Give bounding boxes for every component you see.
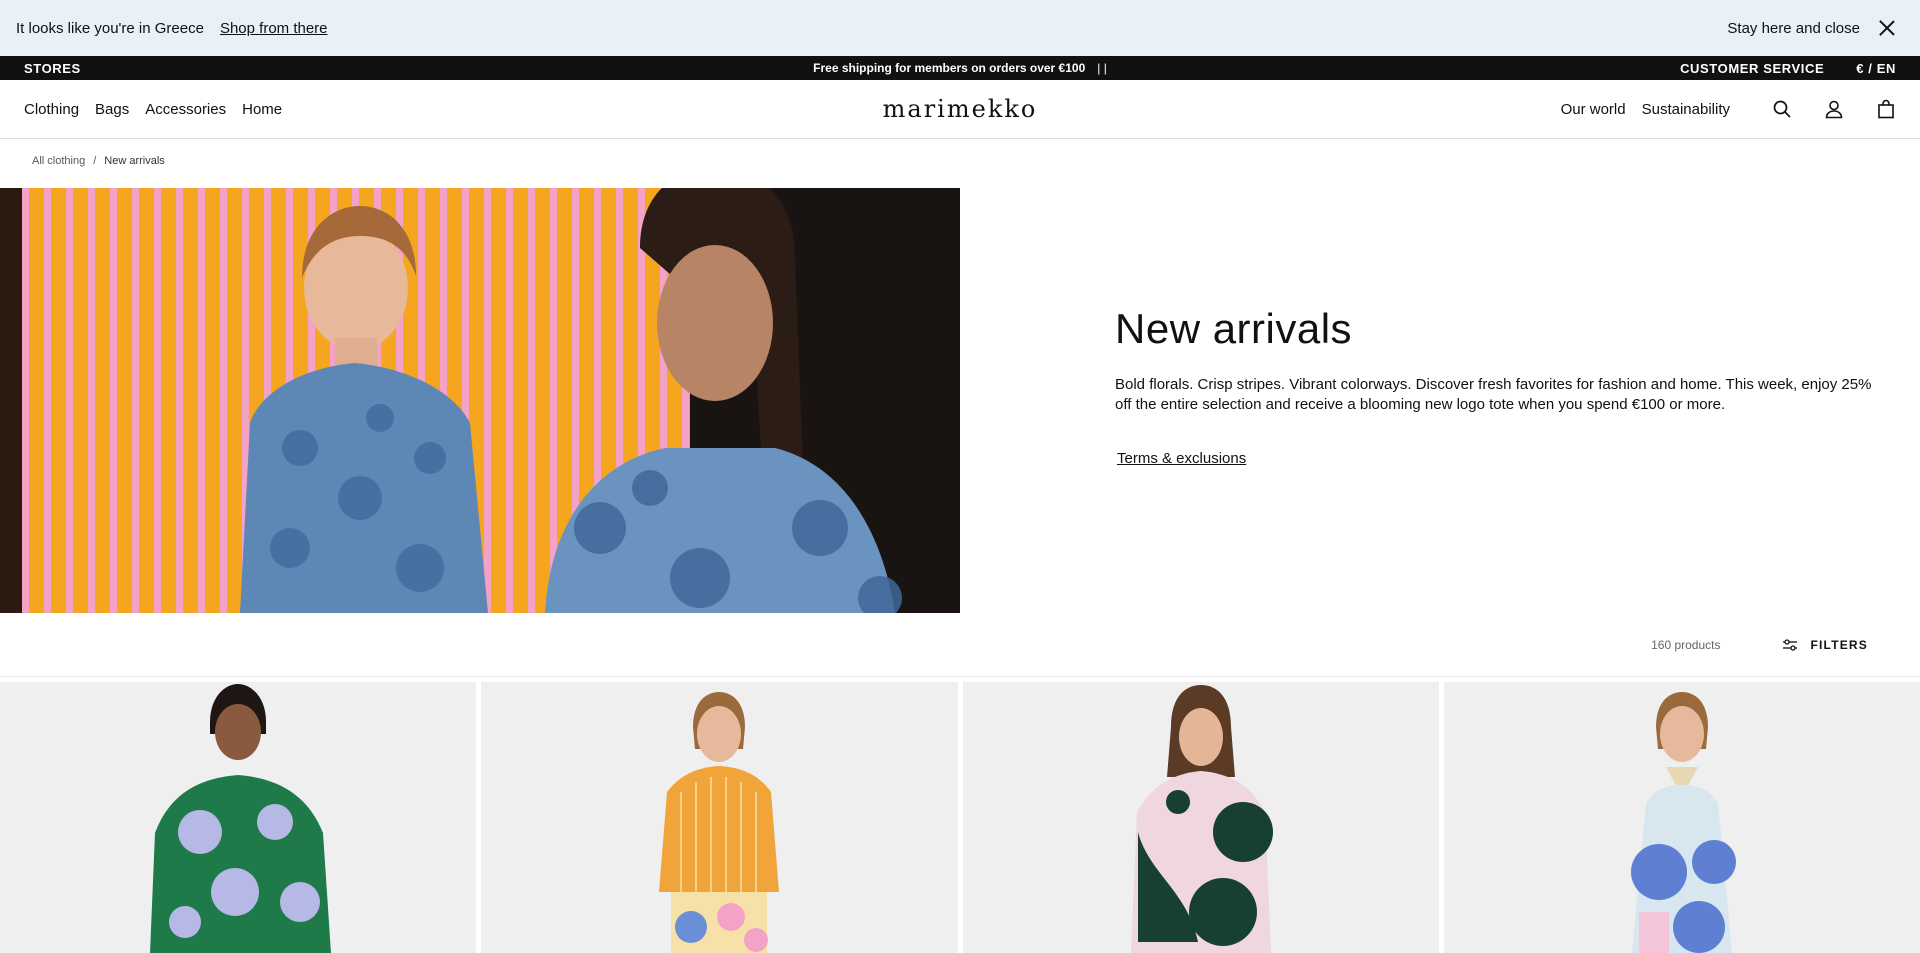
geo-banner: It looks like you're in Greece Shop from… (0, 0, 1920, 56)
stay-and-close-button[interactable]: Stay here and close (1727, 20, 1860, 37)
shop-from-there-link[interactable]: Shop from there (220, 20, 328, 37)
breadcrumb-all-clothing[interactable]: All clothing (32, 155, 85, 167)
nav-item-clothing[interactable]: Clothing (24, 101, 79, 118)
hero-content: New arrivals Bold florals. Crisp stripes… (1115, 305, 1885, 468)
filters-label: FILTERS (1810, 637, 1868, 652)
top-strip: STORES Free shipping for members on orde… (0, 56, 1920, 80)
product-image (1630, 692, 1736, 953)
product-card[interactable] (481, 682, 958, 953)
terms-exclusions-link[interactable]: Terms & exclusions (1117, 450, 1246, 467)
search-icon[interactable] (1772, 99, 1792, 119)
geo-message: It looks like you're in Greece (16, 19, 204, 37)
nav-item-home[interactable]: Home (242, 101, 282, 118)
hero-description: Bold florals. Crisp stripes. Vibrant col… (1115, 376, 1872, 413)
hero-image (0, 188, 960, 613)
nav-item-our-world[interactable]: Our world (1561, 101, 1626, 118)
breadcrumb: All clothing / New arrivals (32, 155, 165, 167)
product-count: 160 products (1651, 637, 1721, 652)
breadcrumb-new-arrivals: New arrivals (104, 155, 165, 167)
product-card[interactable] (962, 682, 1439, 953)
product-image (1130, 685, 1273, 953)
product-grid (0, 682, 1920, 953)
nav-item-bags[interactable]: Bags (95, 101, 129, 118)
logo[interactable]: marimekko (883, 95, 1038, 123)
account-icon[interactable] (1824, 99, 1844, 119)
product-image (150, 684, 331, 953)
nav-item-sustainability[interactable]: Sustainability (1642, 101, 1730, 118)
promo-separator: | | (1097, 61, 1107, 75)
product-image (659, 692, 780, 953)
customer-service-link[interactable]: CUSTOMER SERVICE (1680, 61, 1824, 76)
filter-sliders-icon (1782, 638, 1798, 652)
promo-text: Free shipping for members on orders over… (813, 61, 1086, 75)
main-nav: Clothing Bags Accessories Home marimekko… (0, 80, 1920, 139)
close-icon[interactable] (1876, 17, 1898, 39)
product-card[interactable] (0, 682, 477, 953)
bag-icon[interactable] (1876, 99, 1896, 119)
nav-item-accessories[interactable]: Accessories (145, 101, 226, 118)
filters-button[interactable]: FILTERS (1782, 638, 1868, 652)
listing-toolbar: 160 products FILTERS (0, 613, 1920, 677)
breadcrumb-separator: / (93, 155, 97, 167)
page-title: New arrivals (1115, 305, 1353, 352)
product-card[interactable] (1443, 682, 1920, 953)
stores-link[interactable]: STORES (24, 61, 81, 76)
currency-language-selector[interactable]: € / EN (1856, 61, 1896, 76)
